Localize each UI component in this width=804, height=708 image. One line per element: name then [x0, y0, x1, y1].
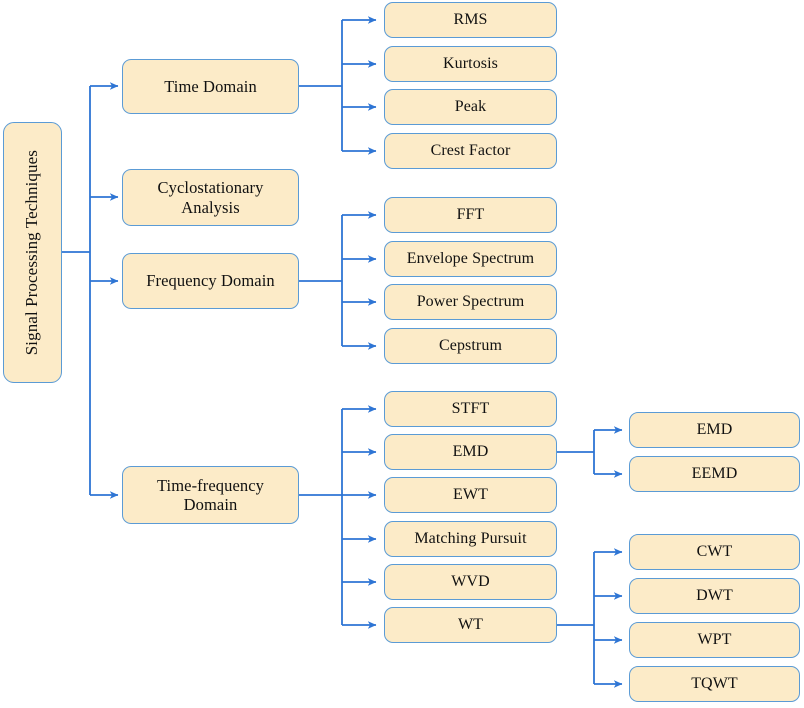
node-dwt[interactable]: DWT	[629, 578, 800, 614]
node-wt[interactable]: WT	[384, 607, 557, 643]
node-label: Crest Factor	[430, 141, 511, 159]
node-label: EEMD	[691, 464, 738, 482]
node-label: RMS	[453, 10, 488, 28]
node-cepstrum[interactable]: Cepstrum	[384, 328, 557, 364]
node-label: Envelope Spectrum	[406, 249, 535, 267]
node-label: Signal Processing Techniques	[22, 149, 42, 356]
node-label: Peak	[454, 97, 487, 115]
node-rms[interactable]: RMS	[384, 2, 557, 38]
node-label: EMD	[452, 442, 489, 460]
node-emd[interactable]: EMD	[384, 434, 557, 470]
node-frequency-domain[interactable]: Frequency Domain	[122, 253, 299, 309]
node-label: Kurtosis	[442, 54, 499, 72]
node-label: Matching Pursuit	[414, 529, 527, 547]
node-time-frequency-domain[interactable]: Time-frequency Domain	[122, 466, 299, 524]
node-time-domain[interactable]: Time Domain	[122, 59, 299, 114]
node-label: TQWT	[691, 674, 738, 692]
node-cwt[interactable]: CWT	[629, 534, 800, 570]
node-crest-factor[interactable]: Crest Factor	[384, 133, 557, 169]
node-label: Frequency Domain	[146, 271, 275, 291]
node-matching-pursuit[interactable]: Matching Pursuit	[384, 521, 557, 557]
node-power-spectrum[interactable]: Power Spectrum	[384, 284, 557, 320]
node-wvd[interactable]: WVD	[384, 564, 557, 600]
node-signal-processing-techniques[interactable]: Signal Processing Techniques	[3, 122, 62, 383]
node-label: CWT	[696, 542, 733, 560]
node-emd-leaf[interactable]: EMD	[629, 412, 800, 448]
node-label: STFT	[451, 399, 490, 417]
node-eemd[interactable]: EEMD	[629, 456, 800, 492]
node-cyclostationary-analysis[interactable]: Cyclostationary Analysis	[122, 169, 299, 226]
node-label: Time-frequency Domain	[156, 475, 265, 514]
node-label: WT	[457, 615, 484, 633]
node-label: EMD	[696, 420, 733, 438]
node-label: DWT	[696, 586, 733, 604]
diagram-canvas: Signal Processing Techniques Time Domain…	[0, 0, 804, 708]
node-kurtosis[interactable]: Kurtosis	[384, 46, 557, 82]
node-wpt[interactable]: WPT	[629, 622, 800, 658]
node-label: Cyclostationary Analysis	[157, 178, 264, 217]
node-envelope-spectrum[interactable]: Envelope Spectrum	[384, 241, 557, 277]
node-label: Time Domain	[164, 76, 257, 96]
node-label: EWT	[453, 485, 488, 503]
node-peak[interactable]: Peak	[384, 89, 557, 125]
node-label: Cepstrum	[438, 336, 503, 354]
node-stft[interactable]: STFT	[384, 391, 557, 427]
node-label: FFT	[456, 205, 485, 223]
node-ewt[interactable]: EWT	[384, 477, 557, 513]
node-tqwt[interactable]: TQWT	[629, 666, 800, 702]
node-label: WPT	[697, 630, 732, 648]
node-label: WVD	[451, 572, 490, 590]
node-label: Power Spectrum	[416, 292, 525, 310]
node-fft[interactable]: FFT	[384, 197, 557, 233]
